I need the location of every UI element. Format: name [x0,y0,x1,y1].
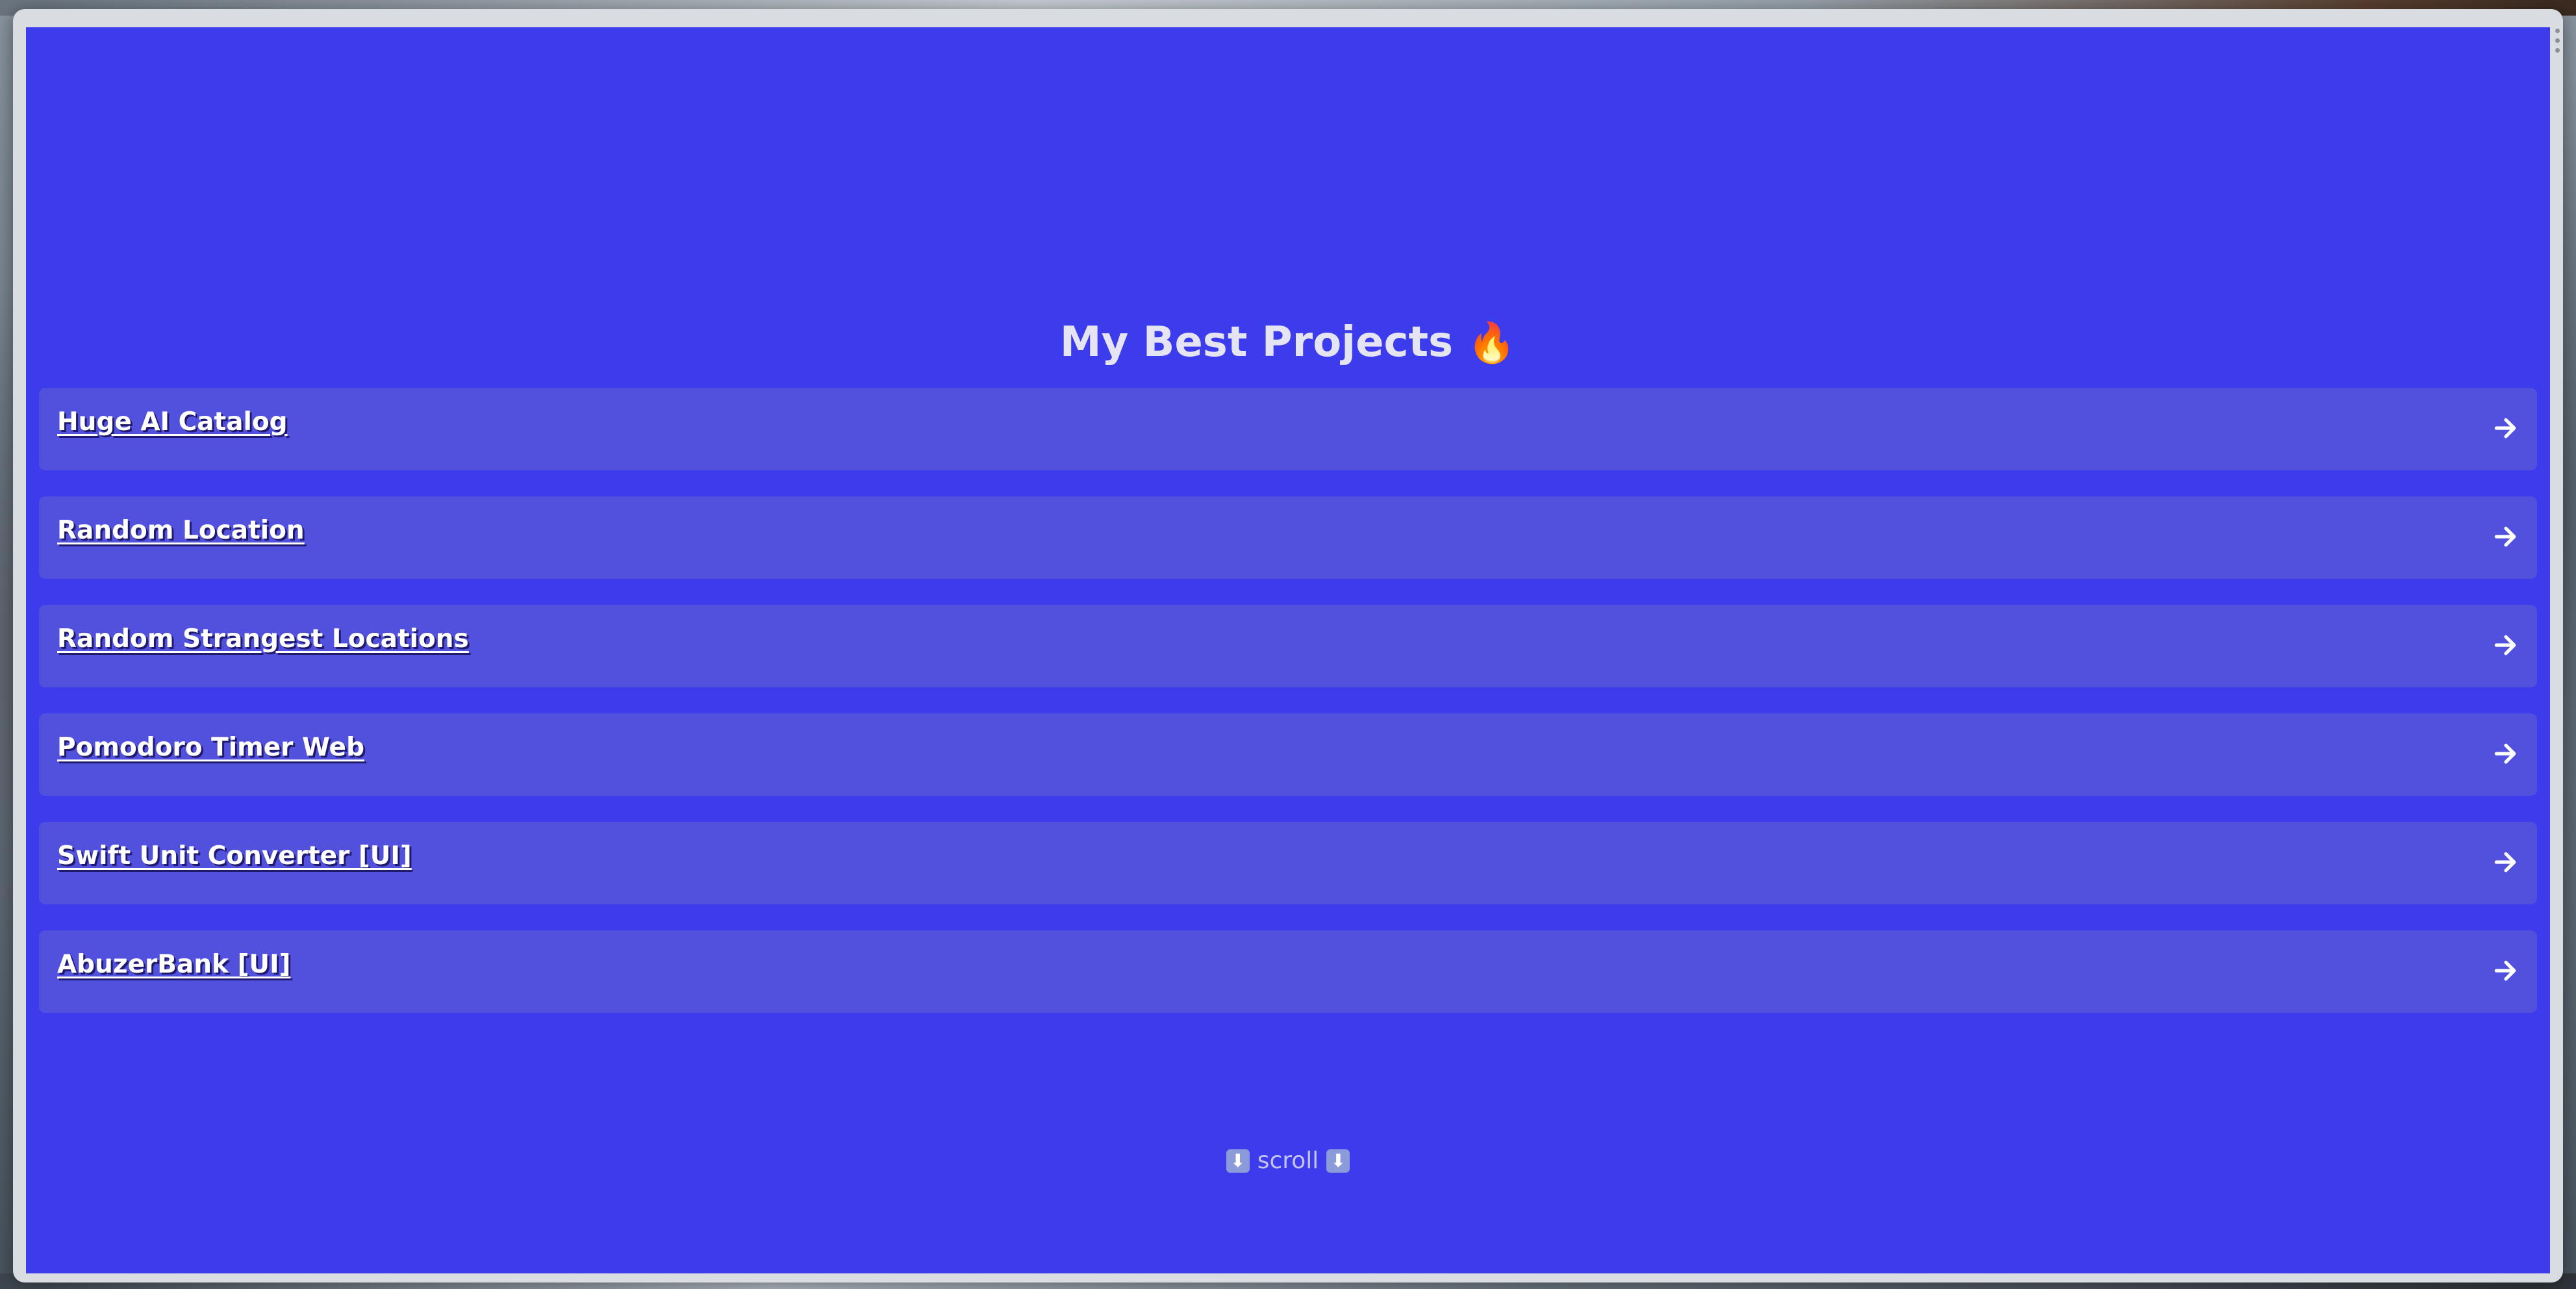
project-link-huge-ai-catalog[interactable]: Huge AI Catalog [39,388,2537,470]
project-link-swift-unit-converter[interactable]: Swift Unit Converter [UI] [39,822,2537,904]
arrow-right-icon[interactable] [2492,739,2520,768]
scroll-hint-text: scroll [1257,1147,1319,1174]
scroll-hint: ⬇ scroll ⬇ [26,1147,2550,1174]
project-list: Huge AI Catalog Random Location Random S… [39,388,2537,1013]
project-link-pomodoro-timer-web[interactable]: Pomodoro Timer Web [39,713,2537,796]
project-label[interactable]: Huge AI Catalog [57,407,288,437]
arrow-right-icon[interactable] [2492,631,2520,659]
down-arrow-icon: ⬇ [1326,1149,1350,1173]
project-link-random-strangest-locations[interactable]: Random Strangest Locations [39,605,2537,687]
arrow-right-icon[interactable] [2492,848,2520,876]
page-title: My Best Projects 🔥 [26,318,2550,366]
project-label[interactable]: Random Location [57,516,305,545]
project-label[interactable]: Pomodoro Timer Web [57,733,364,762]
down-arrow-icon: ⬇ [1226,1149,1250,1173]
project-link-random-location[interactable]: Random Location [39,496,2537,579]
arrow-right-icon[interactable] [2492,414,2520,442]
browser-window: My Best Projects 🔥 Huge AI Catalog Rando… [13,9,2563,1283]
project-link-abuzerbank[interactable]: AbuzerBank [UI] [39,930,2537,1013]
arrow-right-icon[interactable] [2492,956,2520,985]
fire-icon: 🔥 [1467,320,1517,366]
arrow-right-icon[interactable] [2492,522,2520,551]
window-resize-grip[interactable] [2554,29,2560,55]
page-viewport[interactable]: My Best Projects 🔥 Huge AI Catalog Rando… [26,27,2550,1273]
project-label[interactable]: Swift Unit Converter [UI] [57,841,412,871]
page-title-text: My Best Projects [1059,318,1454,366]
project-label[interactable]: Random Strangest Locations [57,624,469,654]
project-label[interactable]: AbuzerBank [UI] [57,950,290,979]
